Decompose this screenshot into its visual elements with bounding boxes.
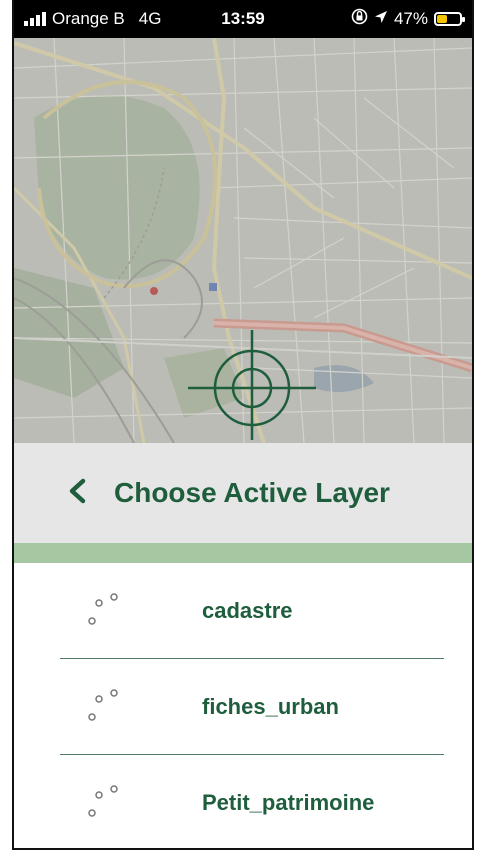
battery-fill — [437, 15, 447, 23]
signal-bars-icon — [24, 12, 46, 26]
layer-chooser-header: Choose Active Layer — [14, 443, 472, 543]
chevron-left-icon[interactable] — [66, 476, 90, 510]
layer-name: Petit_patrimoine — [202, 790, 375, 815]
network-type: 4G — [138, 9, 162, 28]
page-title: Choose Active Layer — [114, 477, 390, 508]
orientation-lock-icon — [351, 8, 368, 30]
layer-name: cadastre — [202, 598, 293, 623]
layer-item-petit-patrimoine[interactable]: Petit_patrimoine — [14, 755, 472, 848]
vector-points-icon — [86, 783, 126, 823]
battery-percent: 47% — [393, 9, 428, 28]
layer-list: cadastre fiches_urban Petit_patrimoine — [14, 563, 472, 848]
clock: 13:59 — [221, 9, 265, 28]
vector-points-icon — [86, 591, 126, 631]
layer-item-fiches-urban[interactable]: fiches_urban — [14, 659, 472, 755]
status-bar: Orange B 4G 13:59 47% — [14, 0, 472, 38]
vector-points-icon — [86, 687, 126, 727]
map-view[interactable] — [14, 38, 472, 443]
header-accent-stripe — [14, 543, 472, 563]
crosshair-target-icon — [188, 330, 316, 440]
carrier-name: Orange B — [52, 9, 125, 28]
layer-name: fiches_urban — [202, 694, 339, 719]
phone-frame: Orange B 4G 13:59 47% Choose Active Laye… — [12, 0, 474, 850]
layer-item-cadastre[interactable]: cadastre — [14, 563, 472, 659]
battery-icon — [434, 12, 465, 26]
location-arrow-icon — [374, 9, 388, 29]
